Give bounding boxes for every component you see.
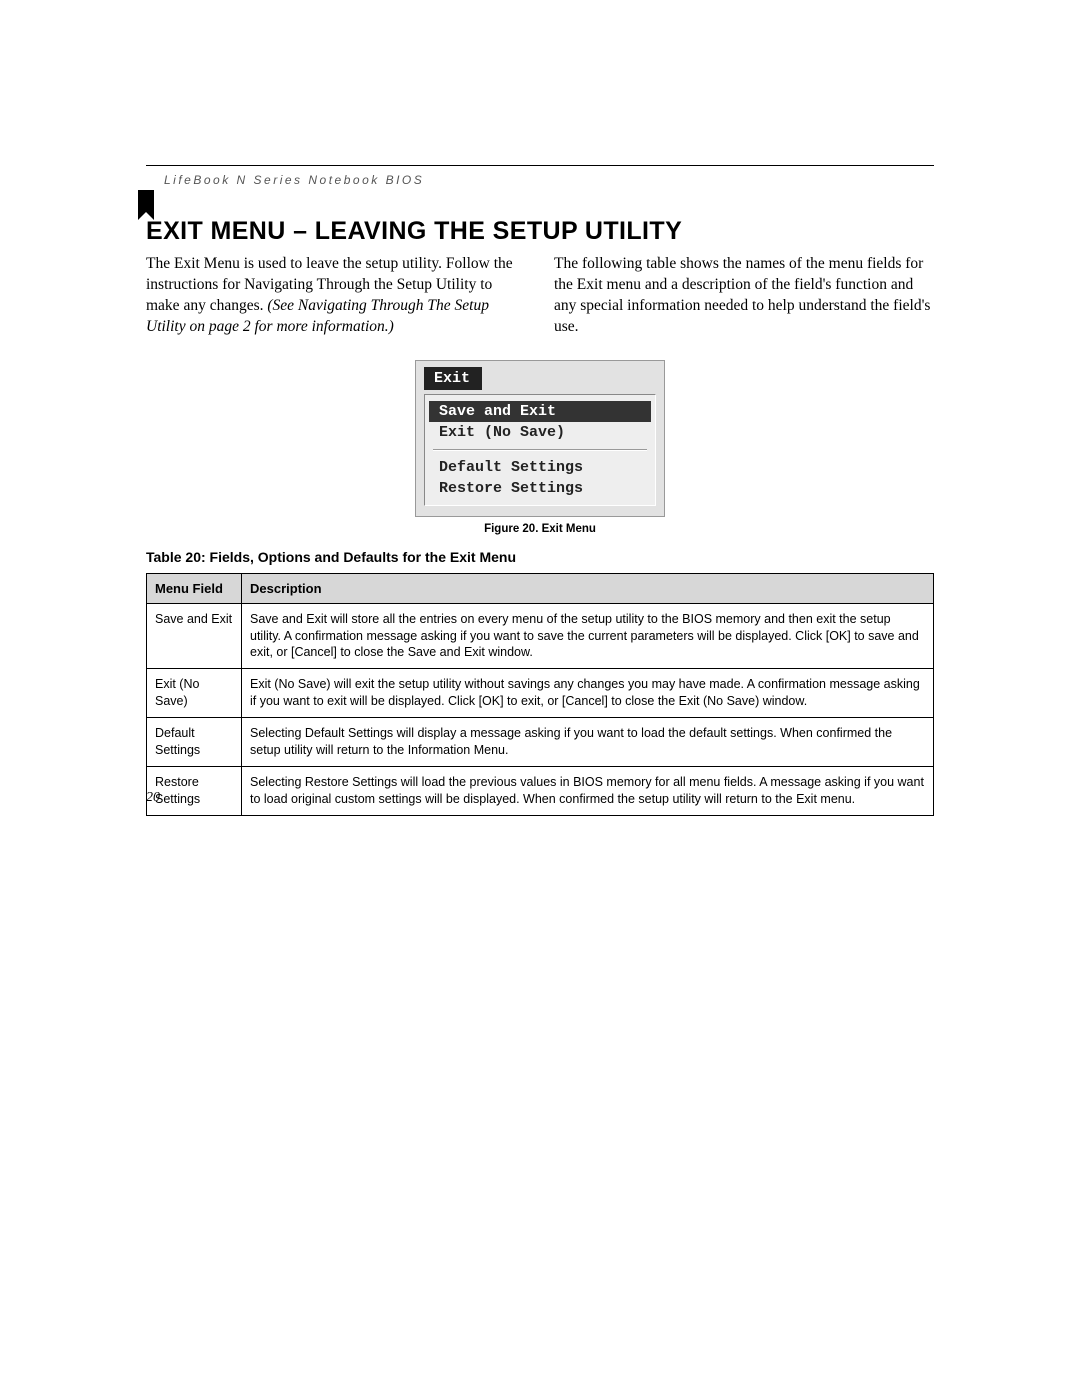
cell-field: Exit (No Save) xyxy=(147,669,242,718)
cell-desc: Save and Exit will store all the entries… xyxy=(242,603,934,669)
table-row: Exit (No Save) Exit (No Save) will exit … xyxy=(147,669,934,718)
bios-item-save-and-exit: Save and Exit xyxy=(429,401,651,422)
right-column: The following table shows the names of t… xyxy=(554,254,934,338)
cell-desc: Selecting Default Settings will display … xyxy=(242,718,934,767)
page-number: 20 xyxy=(146,790,160,806)
header-rule xyxy=(146,165,934,166)
th-description: Description xyxy=(242,573,934,603)
table-row: Save and Exit Save and Exit will store a… xyxy=(147,603,934,669)
cell-desc: Selecting Restore Settings will load the… xyxy=(242,766,934,815)
running-head: LifeBook N Series Notebook BIOS xyxy=(146,173,934,187)
bios-tab-exit: Exit xyxy=(424,367,482,390)
table-header-row: Menu Field Description xyxy=(147,573,934,603)
bios-item-exit-no-save: Exit (No Save) xyxy=(425,422,655,443)
bios-item-default-settings: Default Settings xyxy=(425,457,655,478)
bios-screenshot: Exit Save and Exit Exit (No Save) Defaul… xyxy=(415,360,665,517)
th-menu-field: Menu Field xyxy=(147,573,242,603)
cell-desc: Exit (No Save) will exit the setup utili… xyxy=(242,669,934,718)
bios-divider xyxy=(433,449,647,451)
cell-field: Default Settings xyxy=(147,718,242,767)
body-columns: The Exit Menu is used to leave the setup… xyxy=(146,254,934,338)
cell-field: Save and Exit xyxy=(147,603,242,669)
cell-field: Restore Settings xyxy=(147,766,242,815)
bios-figure-wrap: Exit Save and Exit Exit (No Save) Defaul… xyxy=(146,360,934,517)
document-page: LifeBook N Series Notebook BIOS EXIT MEN… xyxy=(0,0,1080,896)
table-title: Table 20: Fields, Options and Defaults f… xyxy=(146,549,934,565)
fields-table: Menu Field Description Save and Exit Sav… xyxy=(146,573,934,816)
figure-caption: Figure 20. Exit Menu xyxy=(146,523,934,535)
left-column: The Exit Menu is used to leave the setup… xyxy=(146,254,526,338)
page-title: EXIT MENU – LEAVING THE SETUP UTILITY xyxy=(146,217,934,246)
bios-menu-panel: Save and Exit Exit (No Save) Default Set… xyxy=(424,394,656,506)
bios-item-restore-settings: Restore Settings xyxy=(425,478,655,499)
table-row: Default Settings Selecting Default Setti… xyxy=(147,718,934,767)
bookmark-icon xyxy=(138,190,154,212)
right-paragraph-text: The following table shows the names of t… xyxy=(554,255,930,335)
table-row: Restore Settings Selecting Restore Setti… xyxy=(147,766,934,815)
